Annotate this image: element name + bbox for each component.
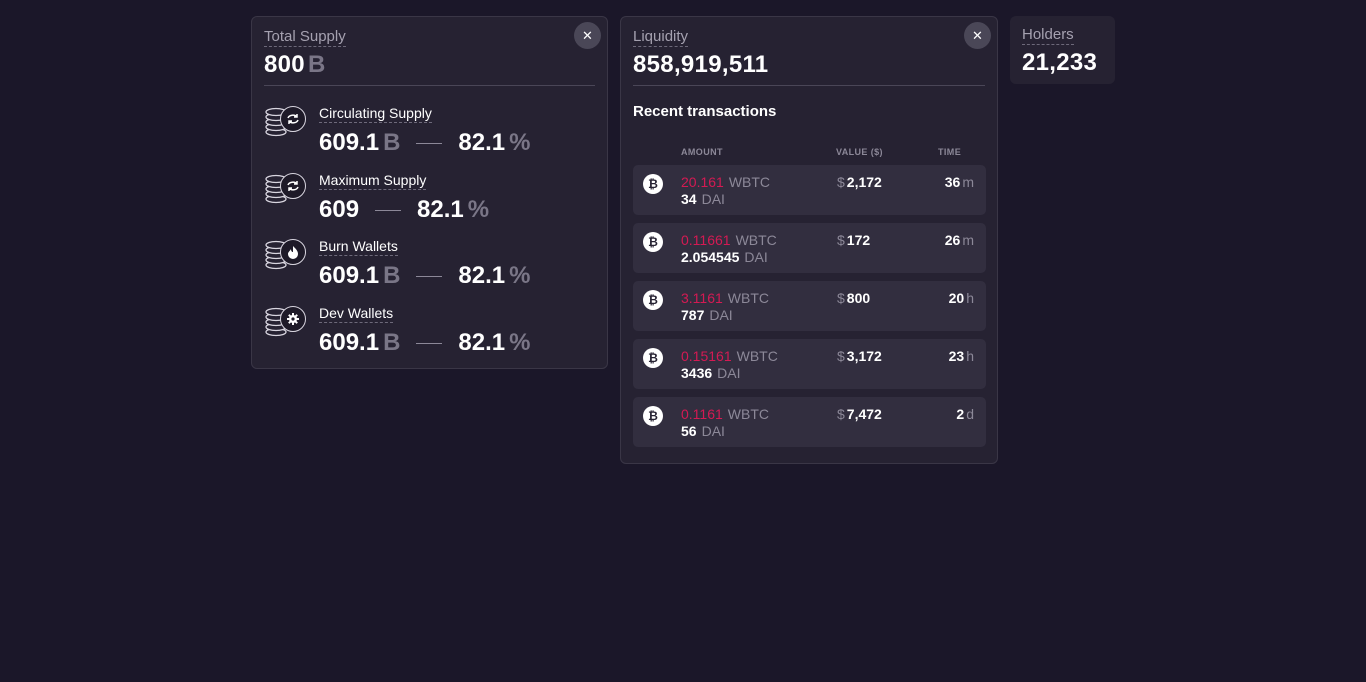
supply-row-maximum: Maximum Supply 609 82.1 % — [264, 171, 594, 231]
row-separator — [416, 275, 443, 277]
row-title[interactable]: Burn Wallets — [319, 238, 398, 256]
row-values: 609 82.1 % — [319, 195, 489, 225]
tx-amount-primary: 3.1161 WBTC — [681, 290, 769, 306]
transaction-row[interactable]: ₿ 0.1161 WBTC 56 DAI $7,472 2d — [633, 397, 986, 447]
close-icon: ✕ — [582, 27, 593, 43]
bitcoin-icon: ₿ — [643, 406, 663, 426]
bitcoin-icon: ₿ — [643, 174, 663, 194]
liquidity-label[interactable]: Liquidity — [633, 28, 689, 47]
holders-value: 21,233 — [1022, 49, 1098, 76]
transaction-row[interactable]: ₿ 0.15161 WBTC 3436 DAI $3,172 23 h — [633, 339, 986, 389]
tx-amount-primary: 20.161 WBTC — [681, 174, 771, 190]
row-separator — [375, 209, 402, 211]
close-button[interactable]: ✕ — [964, 22, 991, 49]
tx-time: 26 m — [944, 232, 974, 248]
close-button[interactable]: ✕ — [574, 22, 601, 49]
transaction-row[interactable]: ₿ 20.161 WBTC 34 DAI $2,172 36 m — [633, 165, 986, 215]
row-value: 609.1 — [319, 329, 380, 356]
tx-time: 2d — [956, 406, 974, 422]
transaction-row[interactable]: ₿ 3.1161 WBTC 787 DAI $800 20 h — [633, 281, 986, 331]
tx-amount-primary: 0.15161 WBTC — [681, 348, 778, 364]
header-amount: AMOUNT — [681, 147, 723, 157]
row-value: 609.1 — [319, 262, 380, 289]
tx-amount-secondary: 34 DAI — [681, 191, 725, 207]
row-percent: 82.1 — [458, 262, 506, 289]
row-values: 609.1 B 82.1 % — [319, 261, 530, 291]
row-value: 609 — [319, 196, 360, 223]
holders-label[interactable]: Holders — [1022, 26, 1074, 45]
holders-card: Holders 21,233 — [1010, 16, 1115, 84]
row-percent: 82.1 — [458, 329, 506, 356]
row-unit: B — [383, 329, 401, 356]
recent-transactions-title: Recent transactions — [633, 103, 777, 120]
supply-row-burn: Burn Wallets 609.1 B 82.1 % — [264, 237, 594, 297]
row-unit: B — [383, 129, 401, 156]
tx-value: $800 — [837, 290, 871, 306]
row-percent: 82.1 — [417, 196, 464, 223]
tx-value: $3,172 — [837, 348, 882, 364]
coin-stack-icon — [264, 304, 310, 344]
total-supply-unit: B — [307, 51, 326, 78]
tx-time: 36 m — [944, 174, 974, 190]
divider — [264, 85, 595, 86]
total-supply-label[interactable]: Total Supply — [264, 28, 346, 47]
tx-amount-secondary: 56 DAI — [681, 423, 725, 439]
row-title[interactable]: Maximum Supply — [319, 172, 427, 190]
tx-amount-primary: 0.11661 WBTC — [681, 232, 777, 248]
row-value: 609.1 — [319, 129, 380, 156]
header-time: TIME — [938, 147, 962, 157]
bitcoin-icon: ₿ — [643, 232, 663, 252]
flame-icon — [280, 239, 306, 265]
refresh-icon — [280, 106, 306, 132]
supply-row-circulating: Circulating Supply 609.1 B 82.1 % — [264, 104, 594, 164]
tx-value: $2,172 — [837, 174, 882, 190]
row-percent-unit: % — [467, 196, 490, 223]
bitcoin-icon: ₿ — [643, 290, 663, 310]
liquidity-value: 858,919,511 — [633, 51, 769, 78]
total-supply-number: 800 — [264, 51, 305, 78]
header-value: VALUE ($) — [836, 147, 883, 157]
total-supply-card: Total Supply 800B ✕ Circulating Supply — [251, 16, 608, 369]
tx-time: 23 h — [948, 348, 974, 364]
tx-time: 20 h — [948, 290, 974, 306]
row-percent-unit: % — [509, 262, 531, 289]
row-percent-unit: % — [509, 329, 531, 356]
tx-amount-secondary: 787 DAI — [681, 307, 733, 323]
row-percent: 82.1 — [458, 129, 506, 156]
total-supply-value: 800 B — [264, 51, 326, 79]
coin-stack-icon — [264, 104, 310, 144]
supply-row-dev: Dev Wallets 609.1 B 82.1 % — [264, 304, 594, 364]
tx-value: $172 — [837, 232, 871, 248]
row-separator — [416, 142, 443, 144]
tx-amount-primary: 0.1161 WBTC — [681, 406, 769, 422]
coin-stack-icon — [264, 237, 310, 277]
row-values: 609.1 B 82.1 % — [319, 128, 530, 158]
coin-stack-icon — [264, 171, 310, 211]
bitcoin-icon: ₿ — [643, 348, 663, 368]
gear-icon — [280, 306, 306, 332]
row-values: 609.1 B 82.1 % — [319, 328, 530, 358]
row-percent-unit: % — [509, 129, 531, 156]
row-title[interactable]: Circulating Supply — [319, 105, 432, 123]
divider — [633, 85, 985, 86]
transaction-row[interactable]: ₿ 0.11661 WBTC 2.054545 DAI $172 26 m — [633, 223, 986, 273]
liquidity-card: Liquidity 858,919,511 ✕ Recent transacti… — [620, 16, 998, 464]
close-icon: ✕ — [972, 27, 983, 43]
row-separator — [416, 342, 443, 344]
row-unit: B — [383, 262, 401, 289]
tx-amount-secondary: 3436 DAI — [681, 365, 741, 381]
row-title[interactable]: Dev Wallets — [319, 305, 394, 323]
refresh-icon — [280, 173, 306, 199]
tx-value: $7,472 — [837, 406, 882, 422]
tx-amount-secondary: 2.054545 DAI — [681, 249, 768, 265]
